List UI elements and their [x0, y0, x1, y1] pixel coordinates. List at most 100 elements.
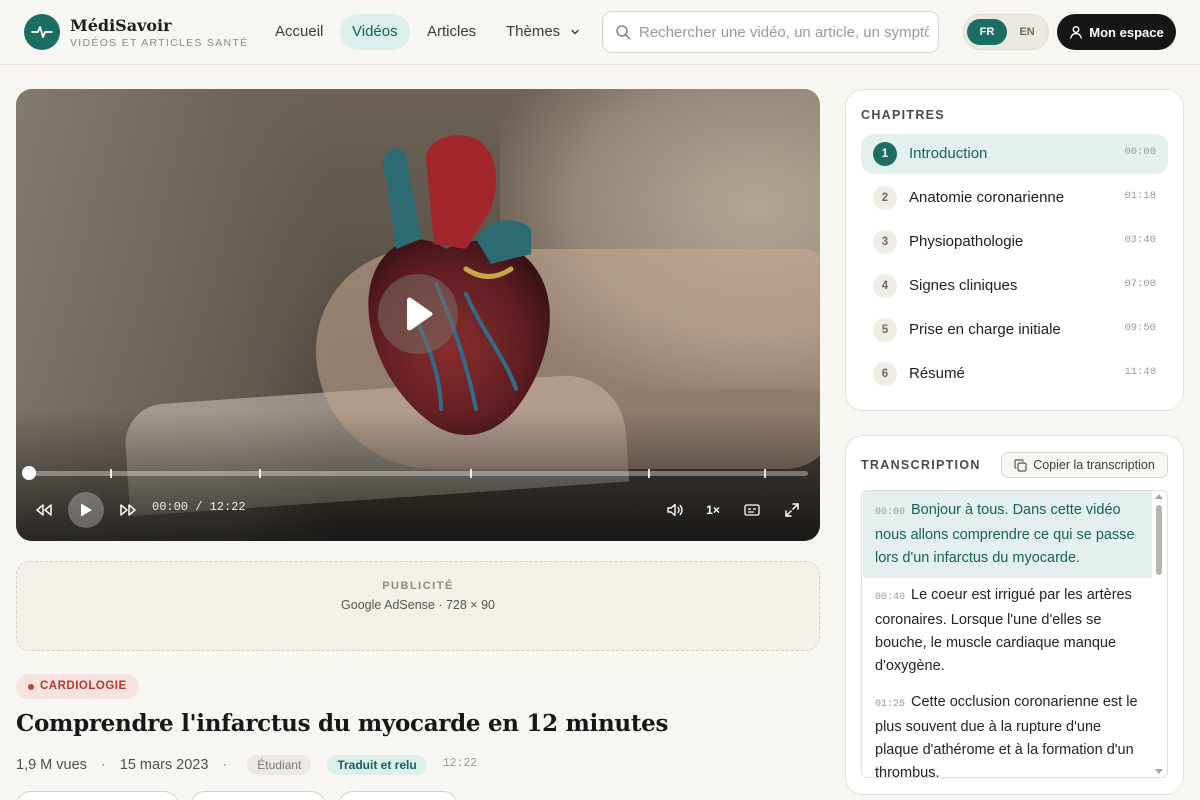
segment-text: Cette occlusion coronarienne est le plus…: [875, 694, 1138, 778]
chapter-number: 6: [873, 362, 897, 386]
separator-dot: ·: [222, 757, 228, 773]
status-badge: Traduit et relu: [327, 755, 427, 775]
chapter-tick[interactable]: [259, 469, 261, 478]
chapter-tick[interactable]: [110, 469, 112, 478]
chapter-tick[interactable]: [764, 469, 766, 478]
view-count: 1,9 M vues: [16, 757, 87, 773]
chapter-label: Résumé: [909, 365, 965, 382]
video-title: Comprendre l'infarctus du myocarde en 12…: [16, 710, 669, 737]
chapter-item[interactable]: 5 Prise en charge initiale 09:50: [861, 310, 1168, 350]
nav-item-themes[interactable]: Thèmes: [494, 14, 592, 50]
chapter-label: Prise en charge initiale: [909, 321, 1061, 338]
chapter-time: 07:00: [1124, 278, 1156, 290]
scroll-up-arrow[interactable]: [1155, 494, 1163, 499]
chapter-number: 3: [873, 230, 897, 254]
top-header: MédiSavoir VIDÉOS ET ARTICLES SANTÉ Accu…: [0, 0, 1200, 65]
fullscreen-button[interactable]: [776, 494, 808, 526]
chapter-number: 2: [873, 186, 897, 210]
publish-date: 15 mars 2023: [119, 757, 209, 773]
nav-item-accueil[interactable]: Accueil: [263, 14, 335, 50]
lang-en-button[interactable]: EN: [1007, 19, 1047, 45]
search-input[interactable]: [639, 12, 929, 52]
forward-icon: [120, 504, 136, 516]
play-icon: [407, 297, 433, 331]
category-badge[interactable]: CARDIOLOGIE: [16, 674, 139, 699]
chapter-time: 09:50: [1124, 322, 1156, 334]
chapter-time: 00:00: [1124, 146, 1156, 158]
chapter-item[interactable]: 3 Physiopathologie 03:40: [861, 222, 1168, 262]
chapter-label: Signes cliniques: [909, 277, 1018, 294]
search-bar[interactable]: [602, 11, 939, 53]
nav-item-themes-label: Thèmes: [506, 23, 561, 40]
video-player[interactable]: 00:00 / 12:22 1×: [16, 89, 820, 541]
big-play-button[interactable]: [378, 274, 458, 354]
rewind-icon: [36, 504, 52, 516]
nav-item-videos[interactable]: Vidéos: [340, 14, 410, 50]
account-button[interactable]: Mon espace: [1057, 14, 1176, 50]
ad-size: Google AdSense · 728 × 90: [341, 598, 495, 612]
search-icon: [616, 25, 631, 40]
ad-label: PUBLICITÉ: [382, 580, 454, 592]
copy-icon: [1014, 458, 1027, 472]
segment-text: Bonjour à tous. Dans cette vidéo nous al…: [875, 502, 1135, 566]
play-icon: [81, 503, 92, 517]
nav-item-articles[interactable]: Articles: [415, 14, 488, 50]
chapter-number: 1: [873, 142, 897, 166]
scroll-down-arrow[interactable]: [1155, 769, 1163, 774]
chapter-tick[interactable]: [470, 469, 472, 478]
chapter-item[interactable]: 4 Signes cliniques 07:00: [861, 266, 1168, 306]
chapter-number: 5: [873, 318, 897, 342]
level-badge: Étudiant: [247, 755, 312, 775]
ad-slot: PUBLICITÉ Google AdSense · 728 × 90: [16, 561, 820, 651]
copy-transcript-button[interactable]: Copier la transcription: [1001, 452, 1168, 478]
chapter-item[interactable]: 6 Résumé 11:40: [861, 354, 1168, 394]
brand[interactable]: MédiSavoir VIDÉOS ET ARTICLES SANTÉ: [70, 16, 248, 50]
play-button[interactable]: [68, 492, 104, 528]
transcript-panel: TRANSCRIPTION Copier la transcription 00…: [845, 435, 1184, 795]
progress-bar[interactable]: [22, 466, 808, 480]
chapter-time: 03:40: [1124, 234, 1156, 246]
transcript-scroll-area[interactable]: 00:00 Bonjour à tous. Dans cette vidéo no…: [861, 490, 1168, 778]
user-icon: [1070, 26, 1083, 39]
chapters-title: CHAPITRES: [861, 108, 945, 122]
action-button[interactable]: [16, 791, 179, 800]
action-button[interactable]: [338, 791, 458, 800]
speed-label: 1×: [706, 503, 720, 517]
account-label: Mon espace: [1089, 24, 1164, 40]
chapter-number: 4: [873, 274, 897, 298]
copy-transcript-label: Copier la transcription: [1033, 458, 1155, 472]
transcript-segment[interactable]: 01:25 Cette occlusion coronarienne est le…: [863, 683, 1152, 778]
separator-dot: ·: [100, 757, 106, 773]
chapter-tick[interactable]: [648, 469, 650, 478]
language-switch: FR EN: [963, 14, 1049, 50]
segment-time: 00:40: [875, 592, 906, 603]
chapter-item[interactable]: 1 Introduction 00:00: [861, 134, 1168, 174]
rewind-button[interactable]: [28, 494, 60, 526]
chapter-label: Anatomie coronarienne: [909, 189, 1065, 206]
transcript-scrollbar[interactable]: [1153, 491, 1165, 777]
pulse-icon: [31, 26, 53, 38]
forward-button[interactable]: [112, 494, 144, 526]
progress-knob[interactable]: [22, 466, 36, 480]
brand-tagline: VIDÉOS ET ARTICLES SANTÉ: [70, 37, 249, 49]
chapter-item[interactable]: 2 Anatomie coronarienne 01:18: [861, 178, 1168, 218]
scrollbar-thumb[interactable]: [1156, 505, 1162, 575]
chevron-down-icon: [571, 29, 580, 35]
chapter-label: Physiopathologie: [909, 233, 1024, 250]
volume-button[interactable]: [659, 494, 691, 526]
speed-button[interactable]: 1×: [697, 494, 729, 526]
lang-fr-button[interactable]: FR: [967, 19, 1007, 45]
action-button[interactable]: [190, 791, 326, 800]
brand-name: MédiSavoir: [70, 16, 172, 35]
transcript-title: TRANSCRIPTION: [861, 458, 981, 472]
chapter-time: 11:40: [1124, 366, 1156, 378]
chapters-panel: CHAPITRES 1 Introduction 00:00 2 Anatomi…: [845, 89, 1184, 411]
captions-button[interactable]: [736, 494, 768, 526]
segment-text: Le coeur est irrigué par les artères cor…: [875, 587, 1132, 674]
duration-label: 12:22: [442, 756, 478, 770]
transcript-segment[interactable]: 00:40 Le coeur est irrigué par les artère…: [863, 576, 1152, 686]
logo[interactable]: [24, 14, 60, 50]
transcript-segment[interactable]: 00:00 Bonjour à tous. Dans cette vidéo no…: [863, 491, 1152, 578]
volume-icon: [667, 503, 683, 517]
captions-icon: [744, 504, 760, 516]
